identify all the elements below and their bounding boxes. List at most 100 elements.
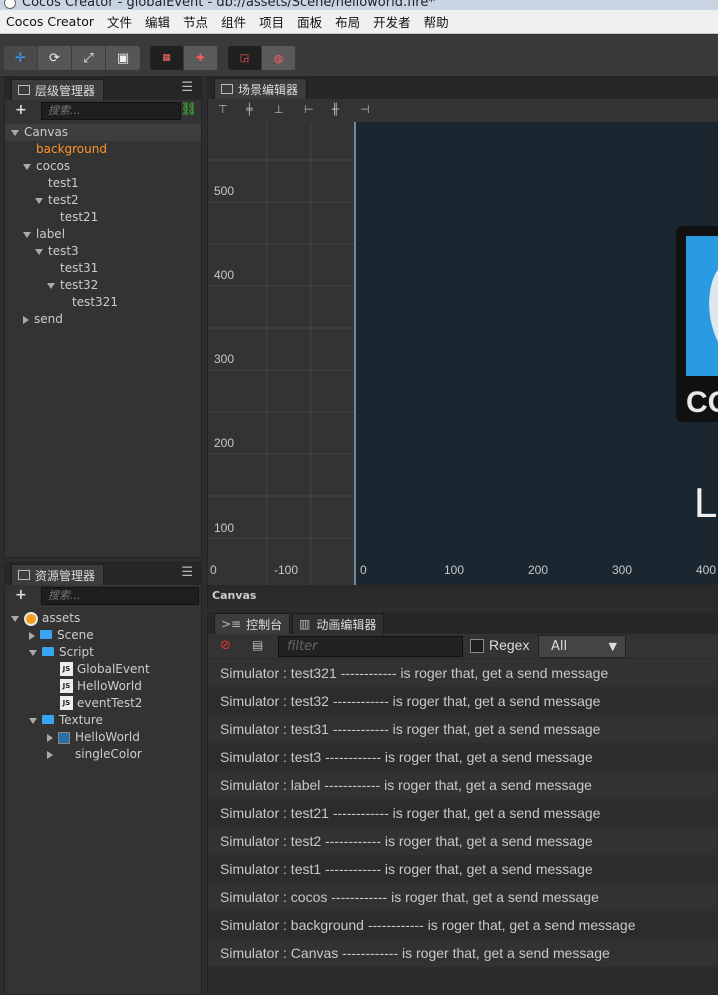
clear-console-icon[interactable]: ⊘: [220, 638, 231, 653]
expand-arrow-icon[interactable]: [23, 163, 31, 170]
panel-menu-icon[interactable]: ☰: [181, 566, 193, 579]
scene-viewport[interactable]: COCOS L 500 400 300 200 100 0 -100 0 100…: [208, 122, 718, 587]
expand-arrow-icon[interactable]: [47, 282, 55, 289]
menu-help[interactable]: 帮助: [418, 12, 456, 31]
collapse-arrow-icon[interactable]: [23, 315, 29, 324]
add-asset-icon[interactable]: +: [15, 587, 27, 603]
rotate-tool-icon[interactable]: ⟳: [38, 46, 72, 70]
console-log-row[interactable]: Simulator : test21 ------------ is roger…: [208, 799, 718, 827]
expand-arrow-icon[interactable]: [29, 717, 37, 724]
hierarchy-node[interactable]: background: [23, 141, 107, 158]
menu-component[interactable]: 组件: [215, 12, 253, 31]
asset-item-label: GlobalEvent: [77, 662, 150, 676]
console-log-row[interactable]: Simulator : label ------------ is roger …: [208, 771, 718, 799]
expand-arrow-icon[interactable]: [29, 649, 37, 656]
tab-animation-editor[interactable]: ▥ 动画编辑器: [292, 613, 385, 634]
menu-panel[interactable]: 面板: [291, 12, 329, 31]
collapse-arrow-icon[interactable]: [29, 631, 35, 640]
collapse-arrow-icon[interactable]: [47, 750, 53, 759]
align-bottom-icon[interactable]: ⊥: [274, 103, 288, 117]
console-log-row[interactable]: Simulator : test3 ------------ is roger …: [208, 743, 718, 771]
ruler-x-label: 0: [210, 563, 217, 577]
preview-2d-icon[interactable]: ◲: [228, 46, 262, 70]
asset-item[interactable]: Texture: [29, 712, 103, 729]
expand-arrow-icon[interactable]: [11, 129, 19, 136]
asset-item[interactable]: JS GlobalEvent: [47, 661, 150, 678]
hierarchy-node[interactable]: test21: [47, 209, 98, 226]
asset-item[interactable]: Script: [29, 644, 94, 661]
hierarchy-node[interactable]: test3: [35, 243, 79, 260]
asset-item[interactable]: singleColor: [47, 746, 142, 763]
console-log-row[interactable]: Simulator : test2 ------------ is roger …: [208, 827, 718, 855]
menu-project[interactable]: 项目: [253, 12, 291, 31]
align-top-icon[interactable]: ⊤: [218, 103, 232, 117]
window-title: Cocos Creator - globalEvent - db://asset…: [22, 0, 435, 10]
hierarchy-node[interactable]: test1: [35, 175, 79, 192]
hierarchy-node[interactable]: send: [23, 311, 63, 328]
console-log-row[interactable]: Simulator : Canvas ------------ is roger…: [208, 939, 718, 967]
log-level-select[interactable]: All ▼: [538, 635, 626, 658]
menu-developer[interactable]: 开发者: [367, 12, 418, 31]
collapse-arrow-icon[interactable]: [47, 733, 53, 742]
link-icon[interactable]: ⛓: [180, 102, 197, 117]
align-right-icon[interactable]: ⊣: [360, 103, 374, 117]
hierarchy-node[interactable]: cocos: [23, 158, 70, 175]
align-left-icon[interactable]: ⊢: [304, 103, 318, 117]
ruler-x-label: -100: [274, 563, 298, 577]
menu-edit[interactable]: 编辑: [139, 12, 177, 31]
assets-search-input[interactable]: 搜索...: [41, 587, 199, 605]
expand-arrow-icon[interactable]: [23, 231, 31, 238]
preview-3d-icon[interactable]: ◍: [262, 46, 296, 70]
hierarchy-node-label: test32: [60, 278, 99, 292]
pivot-anchor-icon[interactable]: ▦: [150, 46, 184, 70]
hierarchy-node[interactable]: test321: [59, 294, 118, 311]
console-log-row[interactable]: Simulator : test321 ------------ is roge…: [208, 659, 718, 687]
menu-layout[interactable]: 布局: [329, 12, 367, 31]
menu-cocos-creator[interactable]: Cocos Creator: [0, 14, 101, 29]
hierarchy-node-label: test3: [48, 244, 79, 258]
expand-arrow-icon[interactable]: [11, 615, 19, 622]
hierarchy-node[interactable]: label: [23, 226, 65, 243]
assets-title: 资源管理器: [35, 568, 96, 583]
menu-file[interactable]: 文件: [101, 12, 139, 31]
expand-arrow-icon[interactable]: [35, 197, 43, 204]
hierarchy-node[interactable]: test32: [47, 277, 98, 294]
coordinate-local-icon[interactable]: ✚: [184, 46, 218, 70]
console-log-row[interactable]: Simulator : test32 ------------ is roger…: [208, 687, 718, 715]
console-log-row[interactable]: Simulator : cocos ------------ is roger …: [208, 883, 718, 911]
tab-assets[interactable]: 资源管理器: [11, 564, 105, 585]
hierarchy-node[interactable]: test2: [35, 192, 79, 209]
panel-menu-icon[interactable]: ☰: [181, 81, 193, 94]
hierarchy-node[interactable]: Canvas: [11, 124, 68, 141]
console-filter-input[interactable]: filter: [278, 636, 463, 657]
asset-item[interactable]: HelloWorld: [47, 729, 140, 746]
hierarchy-node[interactable]: test31: [47, 260, 98, 277]
console-log-row[interactable]: Simulator : background ------------ is r…: [208, 911, 718, 939]
console-log-row[interactable]: Simulator : test31 ------------ is roger…: [208, 715, 718, 743]
rect-tool-icon[interactable]: ▣: [106, 46, 140, 70]
menu-node[interactable]: 节点: [177, 12, 215, 31]
asset-item[interactable]: assets: [11, 610, 80, 627]
console-log-row[interactable]: Simulator : test1 ------------ is roger …: [208, 855, 718, 883]
move-tool-icon[interactable]: ✛: [4, 46, 38, 70]
tab-console[interactable]: >≡ 控制台: [214, 613, 291, 634]
align-vcenter-icon[interactable]: ╪: [246, 103, 260, 117]
tab-hierarchy[interactable]: 层级管理器: [11, 79, 105, 100]
asset-item[interactable]: JS HelloWorld: [47, 678, 142, 695]
tab-scene-editor[interactable]: 场景编辑器: [214, 78, 308, 99]
ruler-y-label: 400: [214, 268, 234, 282]
regex-checkbox[interactable]: [470, 639, 484, 653]
javascript-file-icon: JS: [60, 695, 73, 710]
asset-item[interactable]: JS eventTest2: [47, 695, 142, 712]
scale-tool-icon[interactable]: ⤢: [72, 46, 106, 70]
open-log-icon[interactable]: ▤: [252, 638, 263, 652]
app-icon: [4, 0, 16, 9]
asset-item[interactable]: Scene: [29, 627, 94, 644]
hierarchy-node-label: send: [34, 312, 63, 326]
hierarchy-search-input[interactable]: 搜索...: [41, 102, 181, 120]
add-node-icon[interactable]: +: [15, 102, 27, 118]
expand-arrow-icon[interactable]: [35, 248, 43, 255]
asset-item-label: assets: [42, 611, 81, 625]
ruler-x-label: 400: [696, 563, 716, 577]
align-hcenter-icon[interactable]: ╫: [332, 103, 346, 117]
